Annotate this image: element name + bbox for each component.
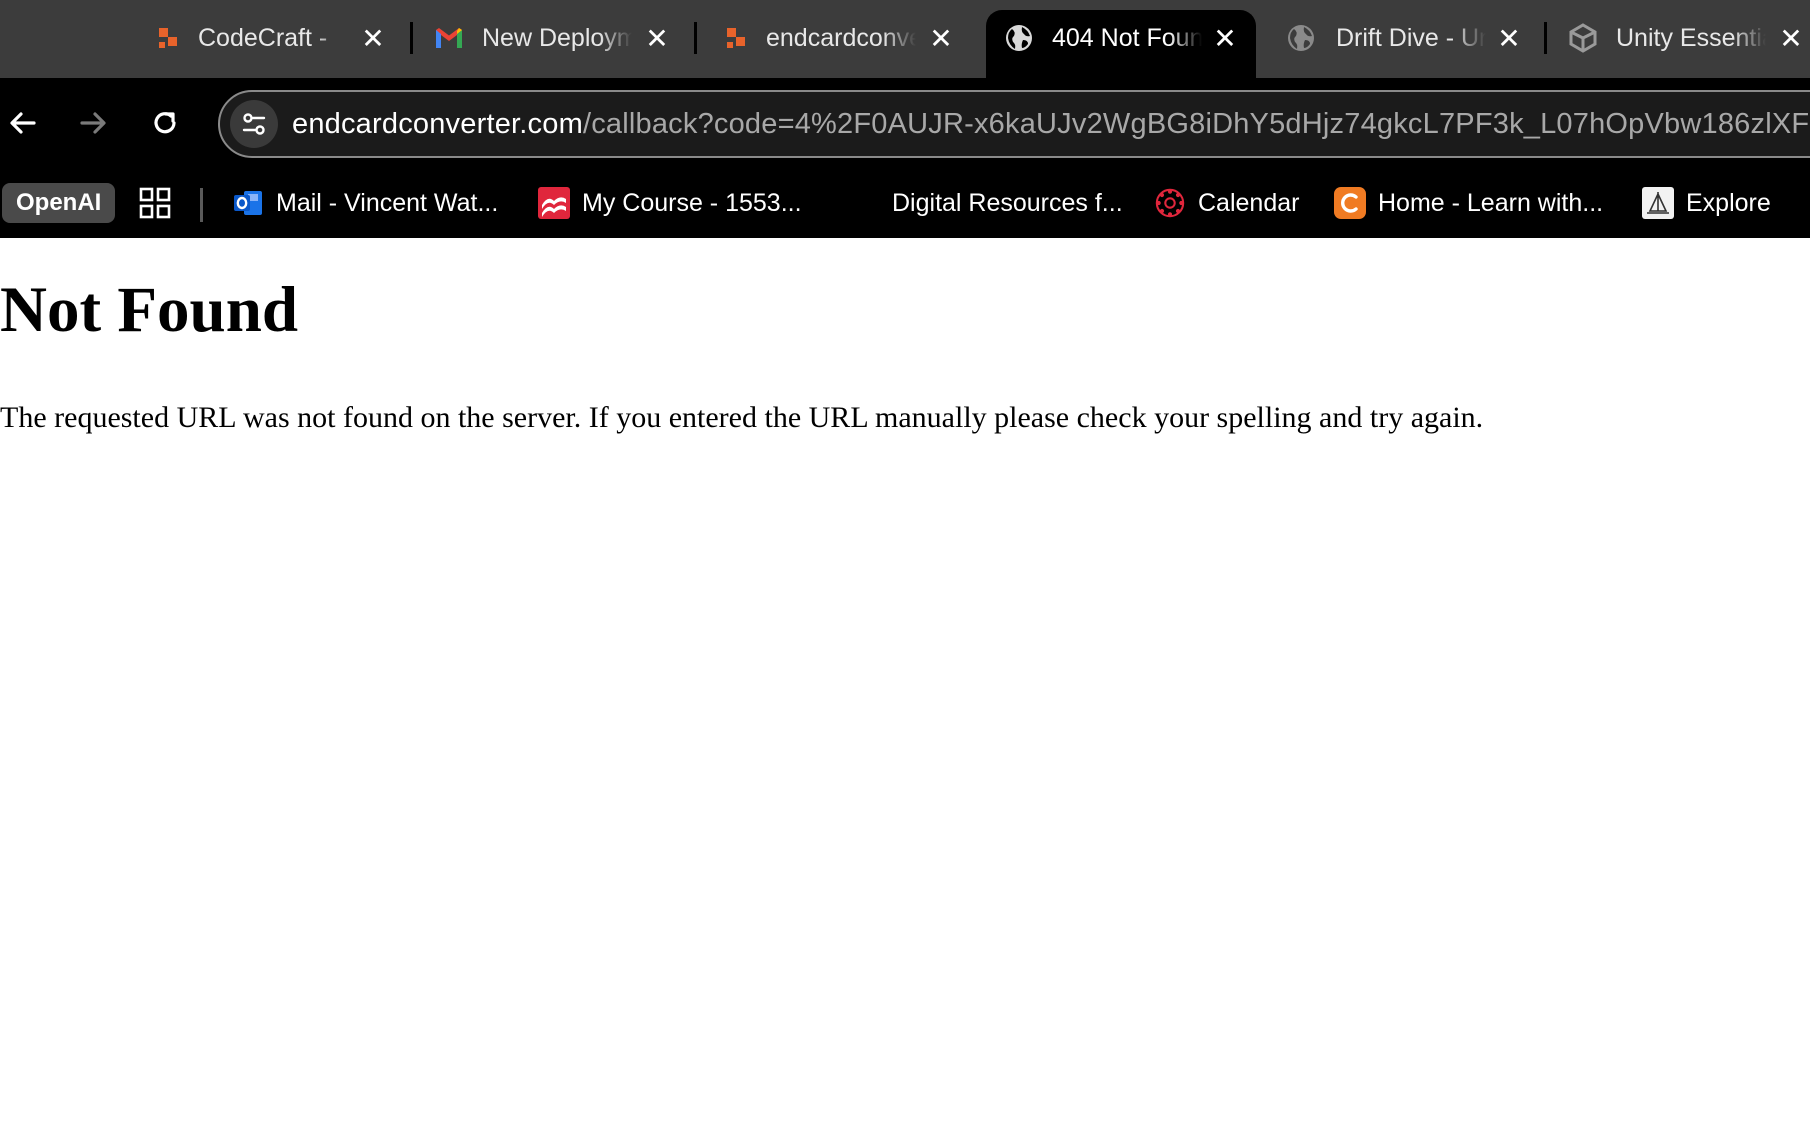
reload-button[interactable] [142,100,188,146]
tune-icon [242,113,266,135]
bookmark-label: Digital Resources f... [892,188,1123,217]
globe-icon [1286,23,1316,53]
error-message: The requested URL was not found on the s… [0,401,1484,434]
toolbar: endcardconverter.com/callback?code=4%2F0… [0,78,1810,170]
tab-404-not-found[interactable]: 404 Not Found ✕ [986,10,1256,78]
back-button[interactable] [0,100,46,146]
bookmark-my-course[interactable]: My Course - 1553... [538,180,802,226]
close-icon[interactable]: ✕ [358,23,388,54]
learn-icon [1334,187,1366,219]
bookmarks-bar: OpenAI Mail - Vincent Wat... My Course -… [0,170,1810,238]
url-path: /callback?code=4%2F0AUJR-x6kaUJv2WgBG8iD… [582,108,1810,140]
apps-grid-icon [139,187,171,219]
forward-button[interactable] [70,100,116,146]
close-icon[interactable]: ✕ [926,23,956,54]
bookmark-label: Calendar [1198,188,1300,217]
unity-icon [1568,23,1598,53]
tab-new-deployment[interactable]: New Deployment ✕ [416,10,686,78]
bookmark-label: Explore [1686,188,1771,217]
bookmark-label: Mail - Vincent Wat... [276,188,499,217]
bookmark-explore[interactable]: Explore [1642,180,1771,226]
bookmark-openai-label: OpenAI [2,183,116,223]
close-icon[interactable]: ✕ [1210,23,1240,54]
tab-separator [1544,22,1547,54]
bookmark-calendar[interactable]: Calendar [1154,180,1299,226]
outlook-icon [232,187,264,219]
back-arrow-icon [10,112,36,134]
tab-unity-essentials[interactable]: Unity Essentials ✕ [1550,10,1810,78]
forward-arrow-icon [80,112,106,134]
tab-title: New Deployment [482,24,632,52]
url-host: endcardconverter.com [292,108,583,140]
calendar-icon [1154,187,1186,219]
bookmark-mail[interactable]: Mail - Vincent Wat... [232,180,498,226]
tab-title: 404 Not Found [1052,24,1202,52]
address-bar[interactable]: endcardconverter.com/callback?code=4%2F0… [218,90,1810,158]
close-icon[interactable]: ✕ [1494,23,1524,54]
course-icon [538,187,570,219]
bookmark-label: My Course - 1553... [582,188,802,217]
bookmark-label: Home - Learn with... [1378,188,1604,217]
page-title: Not Found [0,274,298,346]
tab-title: Unity Essentials [1616,24,1766,52]
tab-drift-dive[interactable]: Drift Dive - Unity ✕ [1270,10,1540,78]
url-text[interactable]: endcardconverter.com/callback?code=4%2F0… [292,92,1809,156]
tab-separator [410,22,413,54]
page-content: Not Found The requested URL was not foun… [0,238,1810,1122]
tab-title: CodeCraft - [198,24,328,52]
bookmarks-divider [200,188,203,222]
tab-separator [694,22,697,54]
apps-button[interactable] [138,180,172,226]
tab-endcardconverter[interactable]: endcardconverter ✕ [700,10,970,78]
close-icon[interactable]: ✕ [1776,23,1806,54]
codecraft-icon [722,23,752,53]
explore-icon [1642,187,1674,219]
site-info-button[interactable] [230,100,278,148]
tab-strip: CodeCraft - ✕ New Deployment ✕ endcardco… [0,0,1810,78]
tab-title: Drift Dive - Unity [1336,24,1486,52]
gmail-icon [434,23,464,53]
bookmark-openai[interactable]: OpenAI [2,180,116,226]
bookmark-digital-resources[interactable]: Digital Resources f... [892,180,1123,226]
bookmark-home-learn[interactable]: Home - Learn with... [1334,180,1603,226]
codecraft-icon [154,23,184,53]
close-icon[interactable]: ✕ [642,23,672,54]
globe-icon [1004,23,1034,53]
reload-icon [154,112,176,134]
tab-title: endcardconverter [766,24,916,52]
tab-codecraft[interactable]: CodeCraft - ✕ [132,10,402,78]
